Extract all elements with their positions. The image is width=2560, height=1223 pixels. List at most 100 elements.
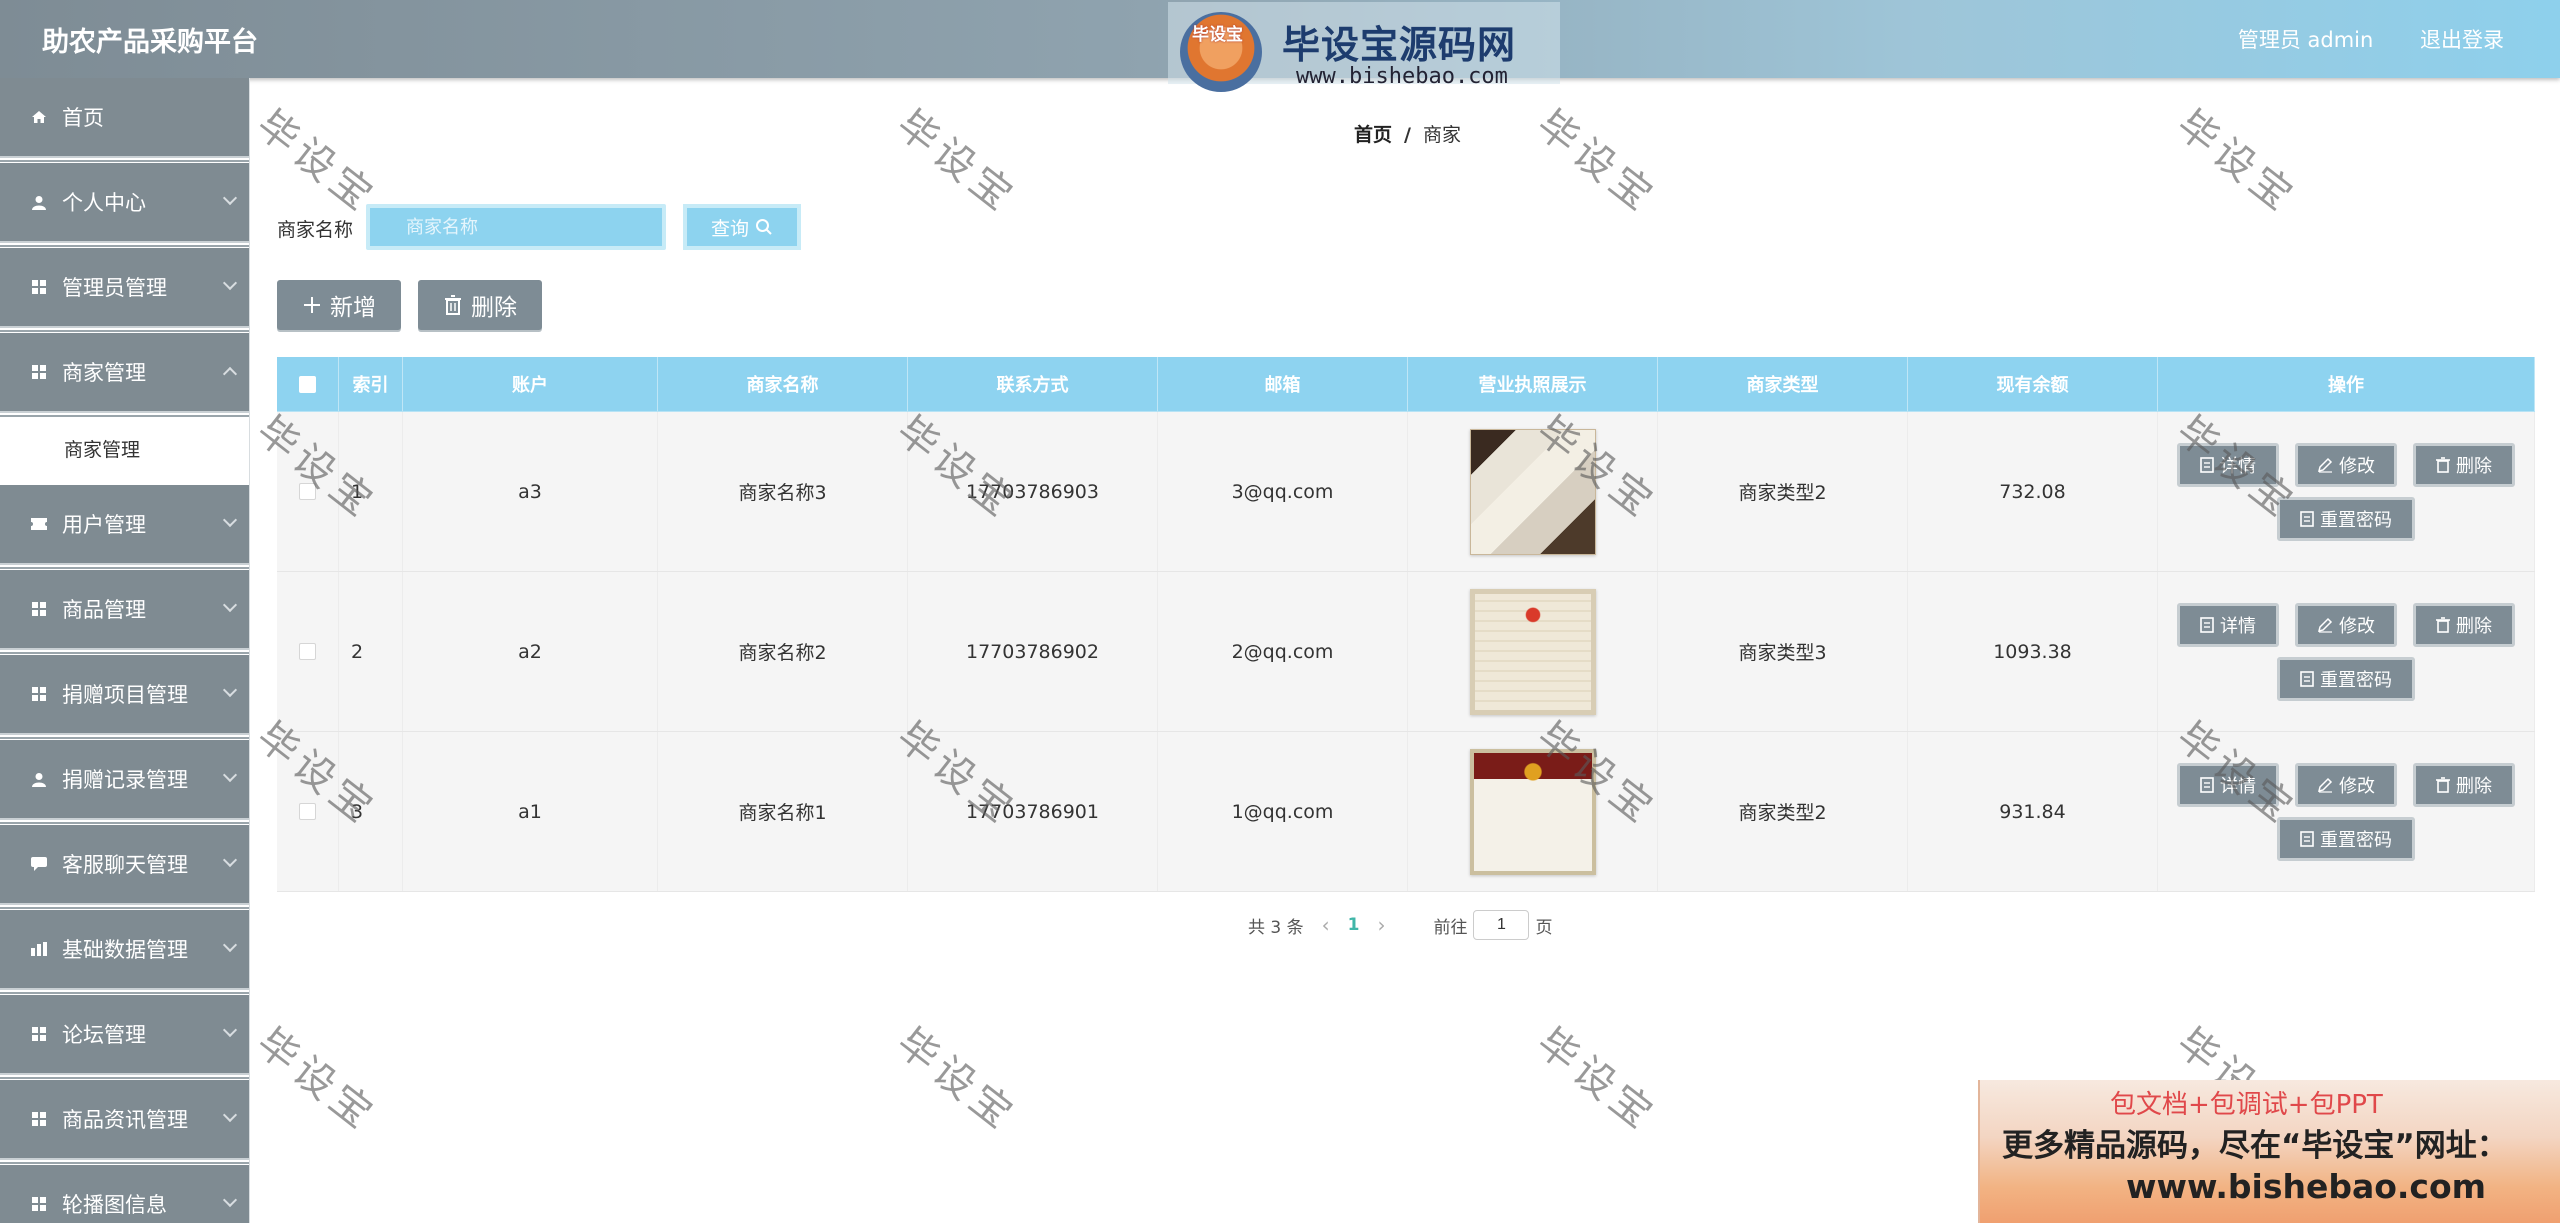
next-page-icon[interactable]: › — [1377, 913, 1385, 937]
reset-password-button[interactable]: 重置密码 — [2277, 496, 2415, 541]
edit-button[interactable]: 修改 — [2295, 602, 2397, 647]
trash-icon — [2436, 776, 2450, 793]
watermark-stamp: 毕设宝 — [888, 101, 1026, 223]
sidebar-item-forum[interactable]: 论坛管理 — [0, 995, 249, 1073]
sidebar-item-carousel[interactable]: 轮播图信息 — [0, 1165, 249, 1223]
cell-balance: 1093.38 — [1908, 572, 2158, 731]
breadcrumb: 首页 / 商家 — [1354, 124, 1461, 146]
detail-button[interactable]: 详情 — [2177, 602, 2279, 647]
cell-index: 2 — [339, 572, 403, 731]
business-license-image[interactable] — [1469, 748, 1596, 875]
sidebar-subitem-merchant-management[interactable]: 商家管理 — [0, 418, 249, 478]
sidebar-item-product-news[interactable]: 商品资讯管理 — [0, 1080, 249, 1158]
chevron-up-icon — [222, 366, 238, 382]
batch-delete-button-label: 删除 — [471, 295, 517, 321]
cell-merchant-name: 商家名称2 — [658, 572, 908, 731]
sidebar-item-profile[interactable]: 个人中心 — [0, 163, 249, 241]
cell-email: 3@qq.com — [1158, 412, 1408, 571]
detail-button-label: 详情 — [2220, 615, 2256, 637]
chevron-down-icon — [222, 1107, 238, 1123]
cell-license — [1408, 732, 1658, 891]
add-button[interactable]: 新增 — [277, 280, 401, 330]
cell-phone: 17703786902 — [908, 572, 1158, 731]
sidebar-item-admins[interactable]: 管理员管理 — [0, 248, 249, 326]
document-icon — [2300, 510, 2314, 527]
edit-button-label: 修改 — [2339, 615, 2375, 637]
sidebar-item-merchants[interactable]: 商家管理 — [0, 333, 249, 411]
sidebar-item-label: 用户管理 — [62, 513, 146, 537]
select-all-checkbox[interactable] — [299, 375, 316, 393]
row-select-cell — [277, 412, 339, 571]
document-icon — [2200, 616, 2214, 633]
cell-balance: 732.08 — [1908, 412, 2158, 571]
breadcrumb-current: 商家 — [1422, 124, 1461, 146]
cell-index: 3 — [339, 732, 403, 891]
sidebar-item-products[interactable]: 商品管理 — [0, 570, 249, 648]
edit-button-label: 修改 — [2339, 455, 2375, 477]
sidebar-item-donation-records[interactable]: 捐赠记录管理 — [0, 740, 249, 818]
chevron-down-icon — [222, 1022, 238, 1038]
column-header: 商家类型 — [1658, 357, 1908, 411]
table-row: 1 a3 商家名称3 17703786903 3@qq.com 商家类型2 73… — [277, 412, 2535, 572]
column-header: 账户 — [403, 357, 658, 411]
cell-email: 1@qq.com — [1158, 732, 1408, 891]
sidebar-item-chat[interactable]: 客服聊天管理 — [0, 825, 249, 903]
table-row: 3 a1 商家名称1 17703786901 1@qq.com 商家类型2 93… — [277, 732, 2535, 892]
home-icon — [30, 109, 48, 125]
reset-password-button-label: 重置密码 — [2320, 829, 2392, 851]
page-number[interactable]: 1 — [1348, 915, 1360, 935]
sidebar-item-label: 管理员管理 — [62, 276, 167, 300]
merchant-table: 索引 账户 商家名称 联系方式 邮箱 营业执照展示 商家类型 现有余额 操作 1… — [277, 357, 2535, 892]
trash-icon — [445, 295, 461, 315]
query-button[interactable]: 查询 — [683, 204, 801, 250]
watermark-stamp: 毕设宝 — [1528, 101, 1666, 223]
pagination: 共 3 条 ‹ 1 › 前往 页 — [1248, 910, 1552, 940]
chevron-down-icon — [222, 275, 238, 291]
user-icon — [30, 194, 48, 210]
prev-page-icon[interactable]: ‹ — [1322, 913, 1330, 937]
business-license-image[interactable] — [1469, 428, 1596, 555]
logout-link[interactable]: 退出登录 — [2420, 28, 2504, 52]
column-header: 操作 — [2158, 357, 2535, 411]
goto-page-input[interactable] — [1473, 910, 1530, 940]
edit-button[interactable]: 修改 — [2295, 762, 2397, 807]
sidebar-item-users[interactable]: 用户管理 — [0, 485, 249, 563]
top-right-links: 管理员 admin 退出登录 — [2198, 24, 2504, 54]
delete-button-label: 删除 — [2456, 615, 2492, 637]
chat-icon — [30, 856, 48, 872]
row-checkbox[interactable] — [299, 483, 316, 500]
promo-line-2: 更多精品源码，尽在“毕设宝”网址： — [2002, 1128, 2508, 1164]
chevron-down-icon — [222, 937, 238, 953]
sidebar-item-home[interactable]: 首页 — [0, 78, 249, 156]
row-checkbox[interactable] — [299, 643, 316, 660]
delete-button[interactable]: 删除 — [2413, 602, 2515, 647]
sidebar-item-basic-data[interactable]: 基础数据管理 — [0, 910, 249, 988]
reset-password-button[interactable]: 重置密码 — [2277, 816, 2415, 861]
watermark-stamp: 毕设宝 — [888, 1019, 1026, 1141]
sidebar-item-label: 客服聊天管理 — [62, 853, 188, 877]
detail-button-label: 详情 — [2220, 775, 2256, 797]
business-license-image[interactable] — [1469, 588, 1596, 715]
sidebar-item-donation-projects[interactable]: 捐赠项目管理 — [0, 655, 249, 733]
promo-banner[interactable]: 包文档+包调试+包PPT 更多精品源码，尽在“毕设宝”网址： www.bishe… — [1978, 1080, 2560, 1223]
admin-user-link[interactable]: 管理员 admin — [2238, 28, 2373, 52]
breadcrumb-home[interactable]: 首页 — [1354, 124, 1392, 146]
search-icon — [756, 219, 772, 235]
sidebar: 首页 个人中心 管理员管理 商家管理 商家管理 用户管理 商品管理 捐赠项目管理… — [0, 78, 250, 1223]
row-checkbox[interactable] — [299, 803, 316, 820]
reset-password-button[interactable]: 重置密码 — [2277, 656, 2415, 701]
detail-button[interactable]: 详情 — [2177, 442, 2279, 487]
merchant-name-search-input[interactable] — [366, 204, 666, 250]
delete-button[interactable]: 删除 — [2413, 762, 2515, 807]
grid-icon — [30, 1196, 48, 1212]
batch-delete-button[interactable]: 删除 — [418, 280, 542, 330]
edit-button[interactable]: 修改 — [2295, 442, 2397, 487]
document-icon — [2300, 830, 2314, 847]
chevron-down-icon — [222, 597, 238, 613]
delete-button[interactable]: 删除 — [2413, 442, 2515, 487]
cell-merchant-type: 商家类型2 — [1658, 732, 1908, 891]
logo-badge-text: 毕设宝 — [1192, 25, 1243, 45]
promo-line-3: www.bishebao.com — [2126, 1167, 2487, 1206]
detail-button[interactable]: 详情 — [2177, 762, 2279, 807]
column-header: 商家名称 — [658, 357, 908, 411]
